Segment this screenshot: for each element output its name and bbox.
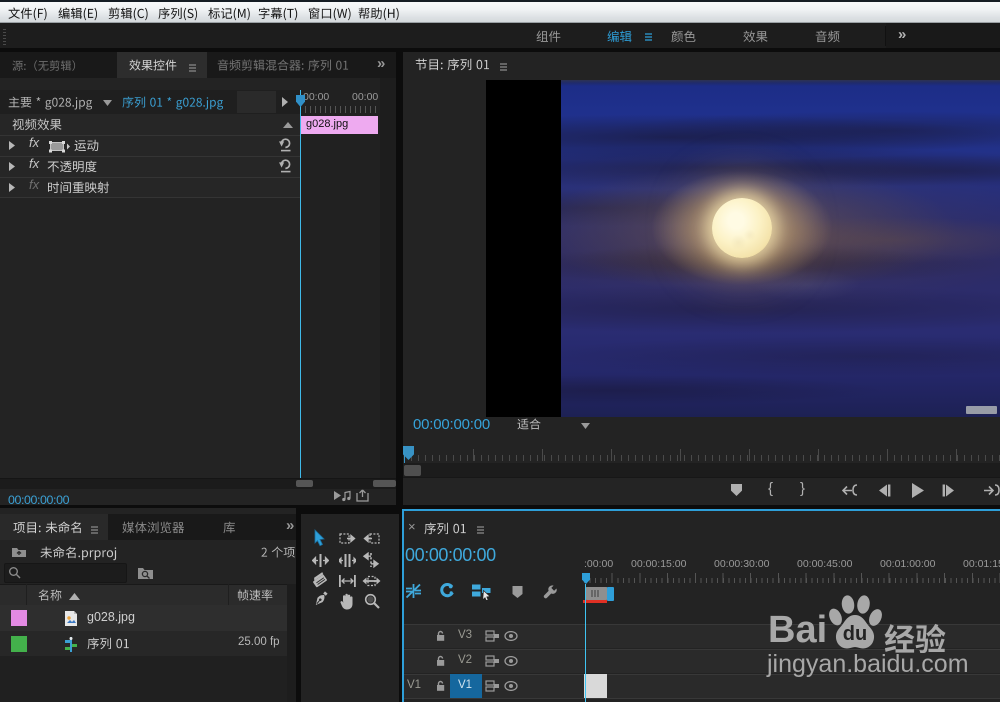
svg-text:du: du bbox=[843, 623, 867, 645]
